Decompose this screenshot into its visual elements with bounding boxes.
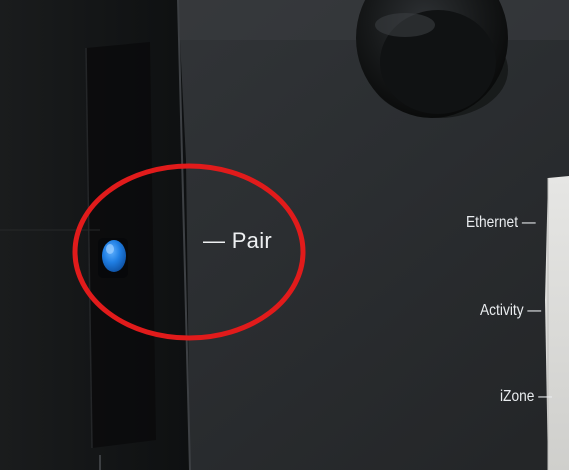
pair-button-glint xyxy=(106,244,114,254)
pair-label: — Pair xyxy=(203,228,273,253)
photo-scene: — Pair Ethernet — Activity — iZone — xyxy=(0,0,569,470)
izone-label: iZone — xyxy=(500,388,553,405)
device-photo xyxy=(0,0,569,470)
ethernet-label: Ethernet — xyxy=(466,214,536,231)
background-wall xyxy=(545,176,569,470)
knob-highlight xyxy=(375,13,435,37)
activity-label: Activity — xyxy=(480,302,542,319)
pair-button[interactable] xyxy=(102,240,126,272)
